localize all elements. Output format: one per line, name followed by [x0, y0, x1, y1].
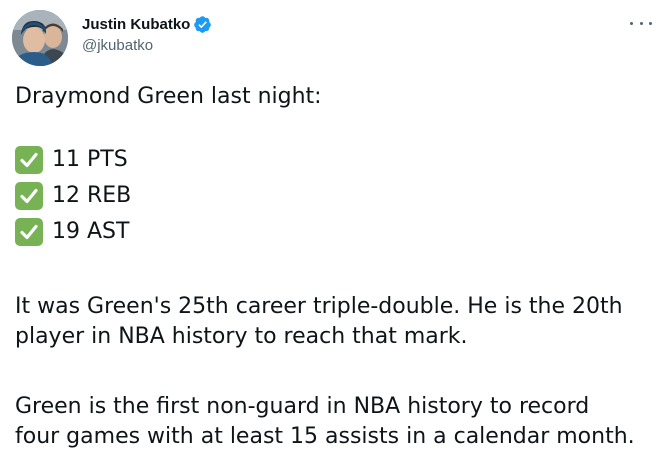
display-name[interactable]: Justin Kubatko [82, 16, 190, 33]
display-name-row: Justin Kubatko [82, 14, 212, 34]
avatar[interactable] [12, 10, 68, 66]
user-handle[interactable]: @jkubatko [82, 37, 212, 54]
stat-text: 12 REB [52, 183, 132, 208]
more-dot-icon [630, 21, 633, 25]
tweet-paragraph-line: It was Green's 25th career triple-double… [15, 294, 623, 319]
tweet-paragraph-line: player in NBA history to reach that mark… [15, 324, 468, 349]
stat-text: 11 PTS [52, 147, 128, 172]
stat-line: 12 REB [15, 178, 655, 214]
more-dot-icon [639, 21, 643, 25]
stat-line: 19 AST [15, 214, 655, 250]
check-mark-box-icon [15, 218, 43, 246]
avatar-photo [12, 10, 68, 66]
stat-line: 11 PTS [15, 142, 655, 178]
more-options-button[interactable] [630, 16, 652, 30]
more-dot-icon [649, 21, 652, 25]
tweet-paragraph-line: four games with at least 15 assists in a… [15, 424, 635, 449]
check-mark-box-icon [15, 146, 43, 174]
tweet-intro: Draymond Green last night: [15, 84, 322, 109]
check-mark-box-icon [15, 182, 43, 210]
author-names: Justin Kubatko @jkubatko [82, 14, 212, 54]
tweet-header: Justin Kubatko @jkubatko [12, 10, 656, 66]
stat-text: 19 AST [52, 219, 130, 244]
tweet-paragraph-line: Green is the first non-guard in NBA hist… [15, 394, 590, 419]
tweet-text: Draymond Green last night: 11 PTS 12 REB… [15, 82, 655, 451]
verified-badge-icon [193, 15, 212, 34]
